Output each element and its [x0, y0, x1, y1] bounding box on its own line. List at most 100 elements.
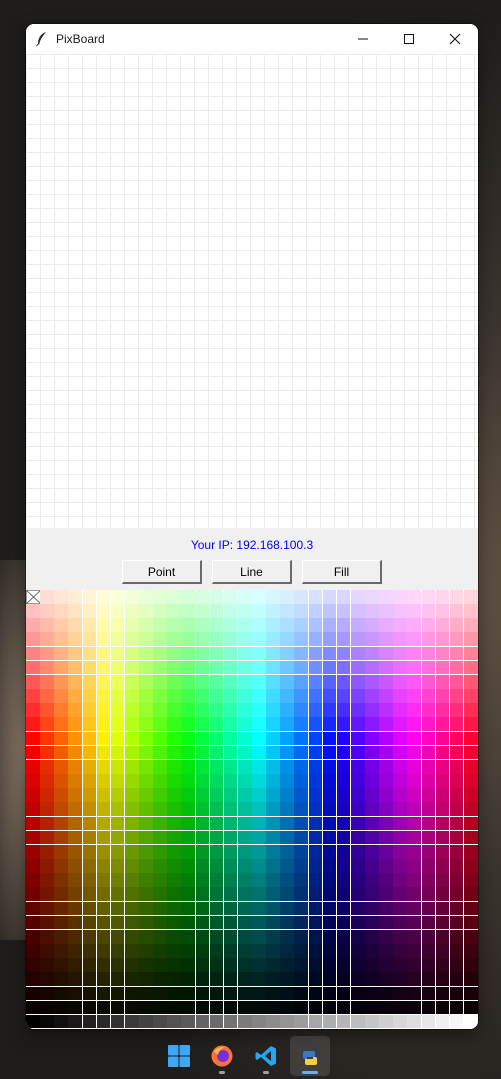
- color-swatch[interactable]: [421, 887, 437, 903]
- color-swatch[interactable]: [365, 788, 380, 803]
- color-swatch[interactable]: [96, 703, 112, 718]
- color-swatch[interactable]: [322, 731, 338, 747]
- color-swatch[interactable]: [266, 830, 281, 846]
- color-swatch[interactable]: [96, 717, 112, 733]
- color-swatch[interactable]: [96, 590, 112, 605]
- color-swatch[interactable]: [336, 873, 352, 888]
- color-swatch[interactable]: [237, 745, 253, 761]
- color-swatch[interactable]: [54, 745, 69, 761]
- color-swatch[interactable]: [195, 745, 211, 761]
- color-swatch[interactable]: [435, 632, 451, 648]
- color-swatch[interactable]: [68, 802, 83, 818]
- color-swatch[interactable]: [181, 986, 196, 1002]
- color-swatch[interactable]: [393, 745, 408, 761]
- color-swatch[interactable]: [379, 816, 394, 832]
- color-swatch[interactable]: [153, 929, 168, 945]
- color-swatch[interactable]: [110, 958, 126, 973]
- color-swatch[interactable]: [167, 674, 182, 690]
- color-swatch[interactable]: [294, 689, 309, 704]
- color-swatch[interactable]: [209, 717, 225, 733]
- color-swatch[interactable]: [195, 816, 211, 832]
- color-swatch[interactable]: [294, 660, 309, 676]
- color-swatch[interactable]: [54, 873, 69, 888]
- color-swatch[interactable]: [407, 844, 422, 860]
- color-swatch[interactable]: [336, 844, 352, 860]
- color-swatch[interactable]: [237, 731, 253, 747]
- color-swatch[interactable]: [237, 703, 253, 718]
- color-swatch[interactable]: [139, 986, 154, 1002]
- color-swatch[interactable]: [167, 972, 182, 987]
- color-swatch[interactable]: [181, 887, 196, 903]
- color-swatch[interactable]: [195, 1014, 211, 1029]
- color-swatch[interactable]: [322, 859, 338, 874]
- color-swatch[interactable]: [266, 802, 281, 818]
- color-swatch[interactable]: [195, 759, 211, 775]
- color-swatch[interactable]: [181, 774, 196, 789]
- color-swatch[interactable]: [223, 759, 239, 775]
- color-swatch[interactable]: [308, 774, 324, 789]
- color-swatch[interactable]: [266, 604, 281, 619]
- color-swatch[interactable]: [96, 944, 112, 959]
- color-swatch[interactable]: [252, 731, 267, 747]
- color-swatch[interactable]: [181, 830, 196, 846]
- color-swatch[interactable]: [280, 774, 295, 789]
- color-swatch[interactable]: [40, 830, 55, 846]
- color-swatch[interactable]: [40, 674, 55, 690]
- color-swatch[interactable]: [421, 604, 437, 619]
- color-swatch[interactable]: [68, 759, 83, 775]
- color-swatch[interactable]: [82, 844, 98, 860]
- color-swatch[interactable]: [167, 901, 182, 917]
- color-swatch[interactable]: [421, 859, 437, 874]
- color-swatch[interactable]: [54, 816, 69, 832]
- color-swatch[interactable]: [435, 887, 451, 903]
- color-swatch[interactable]: [379, 674, 394, 690]
- color-swatch[interactable]: [322, 986, 338, 1002]
- color-swatch[interactable]: [237, 717, 253, 733]
- color-swatch[interactable]: [336, 660, 352, 676]
- color-swatch[interactable]: [181, 816, 196, 832]
- color-swatch[interactable]: [280, 731, 295, 747]
- color-swatch[interactable]: [379, 604, 394, 619]
- color-swatch[interactable]: [336, 944, 352, 959]
- color-swatch[interactable]: [153, 604, 168, 619]
- color-swatch[interactable]: [322, 915, 338, 931]
- color-swatch[interactable]: [421, 830, 437, 846]
- color-swatch[interactable]: [110, 901, 126, 917]
- color-swatch[interactable]: [139, 674, 154, 690]
- color-swatch[interactable]: [294, 915, 309, 931]
- color-swatch[interactable]: [223, 958, 239, 973]
- color-swatch[interactable]: [139, 731, 154, 747]
- color-swatch[interactable]: [96, 929, 112, 945]
- color-swatch[interactable]: [223, 703, 239, 718]
- color-swatch[interactable]: [26, 604, 41, 619]
- color-swatch[interactable]: [280, 816, 295, 832]
- color-swatch[interactable]: [463, 887, 478, 903]
- color-swatch[interactable]: [40, 774, 55, 789]
- color-swatch[interactable]: [26, 873, 41, 888]
- color-swatch[interactable]: [124, 844, 140, 860]
- color-swatch[interactable]: [124, 1000, 140, 1016]
- color-swatch[interactable]: [139, 646, 154, 662]
- color-swatch[interactable]: [379, 618, 394, 633]
- color-swatch[interactable]: [26, 1014, 41, 1029]
- color-swatch[interactable]: [449, 646, 465, 662]
- color-swatch[interactable]: [96, 802, 112, 818]
- color-swatch[interactable]: [40, 915, 55, 931]
- color-swatch[interactable]: [96, 859, 112, 874]
- color-swatch[interactable]: [280, 915, 295, 931]
- color-swatch[interactable]: [252, 915, 267, 931]
- color-swatch[interactable]: [421, 1000, 437, 1016]
- color-swatch[interactable]: [393, 759, 408, 775]
- color-swatch[interactable]: [350, 745, 366, 761]
- color-swatch[interactable]: [449, 604, 465, 619]
- color-swatch[interactable]: [280, 689, 295, 704]
- color-swatch[interactable]: [294, 1000, 309, 1016]
- color-swatch[interactable]: [407, 887, 422, 903]
- color-swatch[interactable]: [96, 844, 112, 860]
- color-swatch[interactable]: [266, 844, 281, 860]
- color-swatch[interactable]: [209, 745, 225, 761]
- color-swatch[interactable]: [82, 660, 98, 676]
- color-palette[interactable]: [26, 590, 478, 1029]
- color-swatch[interactable]: [124, 901, 140, 917]
- color-swatch[interactable]: [407, 873, 422, 888]
